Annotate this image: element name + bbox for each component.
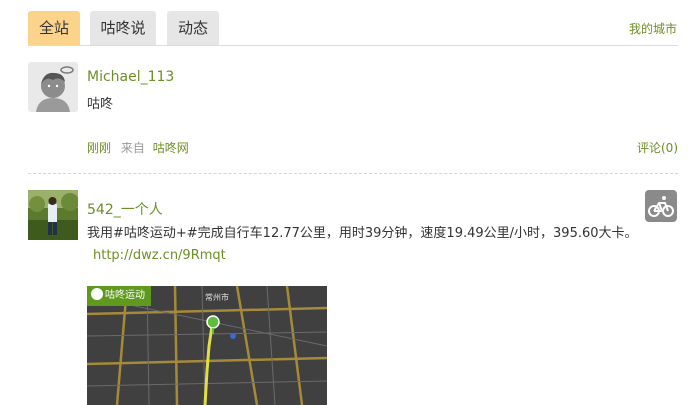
tab-updates[interactable]: 动态 [167,11,219,46]
bike-icon [645,190,677,222]
post-meta: 刚刚 来自 咕咚网 [87,139,189,156]
map-city-label: 常州市 [205,293,229,302]
post-content: 我用#咕咚运动+#完成自行车12.77公里，用时39分钟，速度19.49公里/小… [87,223,642,267]
post-time[interactable]: 刚刚 [87,141,111,155]
tab-all-site[interactable]: 全站 [28,11,80,46]
post-from-label: 来自 [120,141,145,155]
post-divider [28,173,678,174]
tab-divider [28,45,678,46]
route-map-image[interactable]: 咕咚运动 常州市 [87,286,327,405]
post-text: 我用#咕咚运动+#完成自行车12.77公里，用时39分钟，速度19.49公里/小… [87,226,638,241]
avatar[interactable] [28,62,78,112]
post-content: 咕咚 [87,97,114,112]
avatar[interactable] [28,190,79,240]
post-username[interactable]: Michael_113 [87,69,174,85]
post-link[interactable]: http://dwz.cn/9Rmqt [93,248,226,263]
tab-gudong-say[interactable]: 咕咚说 [90,11,156,46]
map-brand-badge: 咕咚运动 [87,286,151,306]
comment-link[interactable]: 评论(0) [637,139,678,156]
my-city-link[interactable]: 我的城市 [629,20,677,37]
post-source[interactable]: 咕咚网 [153,141,189,155]
feed-post: Michael_113 咕咚 刚刚 来自 咕咚网 评论(0) [28,62,678,162]
gudong-logo-icon [91,288,103,300]
post-username[interactable]: 542_一个人 [87,199,163,219]
